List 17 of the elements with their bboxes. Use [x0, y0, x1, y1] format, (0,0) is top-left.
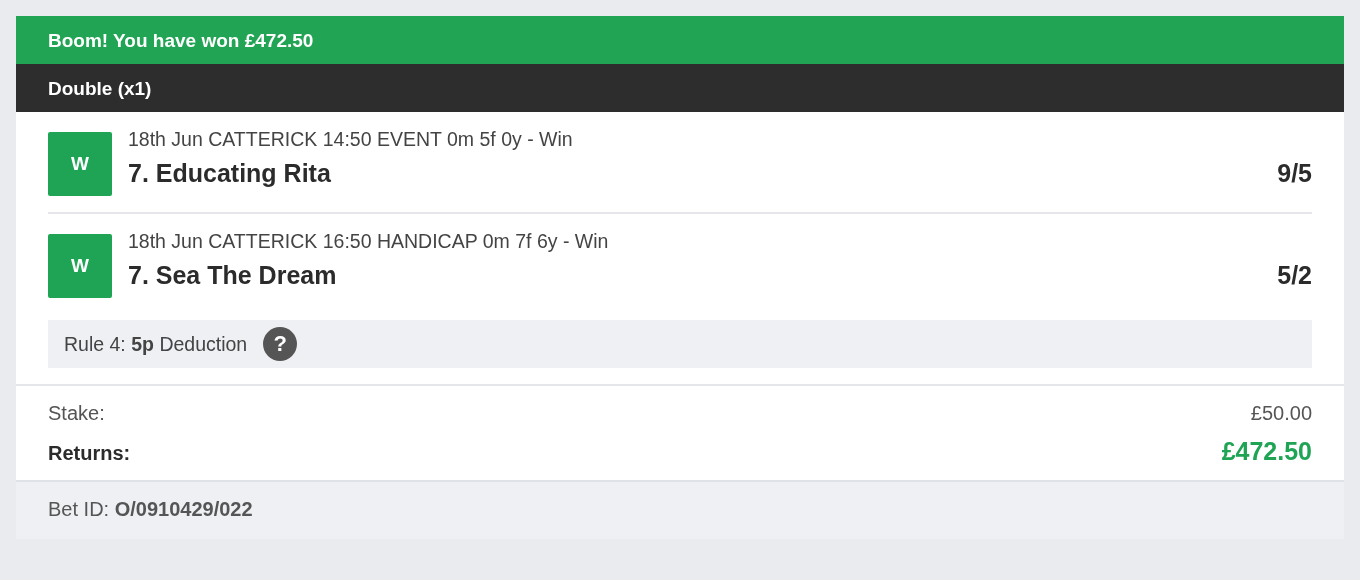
selection-name: 7. Educating Rita: [128, 159, 331, 188]
event-description: 18th Jun CATTERICK 16:50 HANDICAP 0m 7f 6y - Win: [128, 230, 610, 253]
stake-label: Stake:: [48, 402, 105, 425]
returns-label: Returns:: [48, 442, 131, 465]
returns-amount: £472.50: [1221, 437, 1312, 466]
bet-id: Bet ID: O/0910429/022: [48, 498, 253, 520]
event-description: 18th Jun CATTERICK 14:50 EVENT 0m 5f 0y - Win: [128, 128, 574, 151]
rule4-text: Rule 4: 5p Deduction: [64, 332, 248, 356]
help-icon[interactable]: ?: [263, 327, 298, 361]
odds: 9/5: [1277, 159, 1312, 188]
bet-type-header: Double (x1): [16, 64, 1344, 112]
win-banner: Boom! You have won £472.50: [16, 16, 1344, 64]
selection-name: 7. Sea The Dream: [128, 261, 337, 290]
result-badge: W: [48, 234, 112, 298]
stake-amount: £50.00: [1250, 402, 1312, 425]
odds: 5/2: [1277, 261, 1312, 290]
result-badge: W: [48, 132, 112, 196]
